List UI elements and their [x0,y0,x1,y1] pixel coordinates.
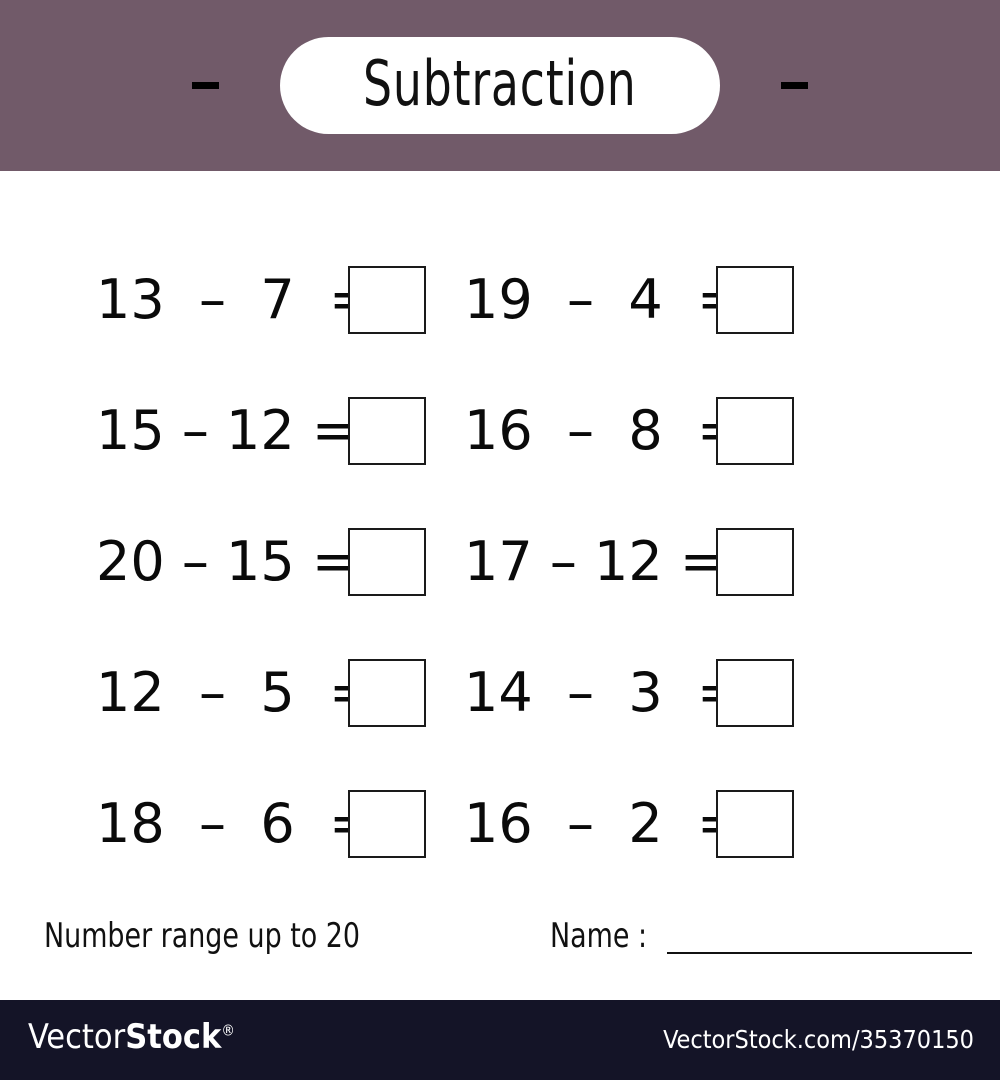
answer-box[interactable] [348,528,426,596]
answer-box[interactable] [348,266,426,334]
problem-expression: 15 – 12 = [96,399,358,462]
minus-sign-left-icon [192,82,219,89]
answer-box[interactable] [716,790,794,858]
problem-item: 20 – 15 = [0,517,455,607]
problem-expression: 12 – 5 = [96,661,375,724]
minus-sign-right-icon [781,82,808,89]
header-band: Subtraction [0,0,1000,171]
answer-box[interactable] [348,659,426,727]
name-label: Name : [550,916,648,956]
answer-box[interactable] [348,790,426,858]
answer-box[interactable] [716,397,794,465]
table-row: 15 – 12 = 16 – 8 = [0,386,1000,517]
answer-box[interactable] [716,266,794,334]
problem-expression: 18 – 6 = [96,792,375,855]
number-range-note: Number range up to 20 [44,916,361,956]
page-title: Subtraction [363,46,637,120]
answer-box[interactable] [716,528,794,596]
logo-text-bold: Stock [125,1017,222,1057]
problem-expression: 13 – 7 = [96,268,375,331]
problem-expression: 16 – 8 = [464,399,743,462]
registered-mark-icon: ® [221,1021,235,1040]
problem-expression: 14 – 3 = [464,661,743,724]
answer-box[interactable] [716,659,794,727]
worksheet-sheet: 13 – 7 = 19 – 4 = 15 – 12 = 16 – 8 = 20 … [0,171,1000,1000]
problem-item: 12 – 5 = [0,648,455,738]
vectorstock-url: VectorStock.com/35370150 [663,1025,974,1054]
problem-item: 16 – 8 = [455,386,910,476]
problem-item: 17 – 12 = [455,517,910,607]
problem-item: 14 – 3 = [455,648,910,738]
vectorstock-logo: VectorStock® [28,1020,235,1054]
problem-item: 15 – 12 = [0,386,455,476]
table-row: 13 – 7 = 19 – 4 = [0,255,1000,386]
problem-expression: 16 – 2 = [464,792,743,855]
table-row: 12 – 5 = 14 – 3 = [0,648,1000,779]
answer-box[interactable] [348,397,426,465]
logo-text-light: Vector [28,1017,126,1057]
table-row: 18 – 6 = 16 – 2 = [0,779,1000,910]
problem-item: 18 – 6 = [0,779,455,869]
problem-item: 13 – 7 = [0,255,455,345]
problem-expression: 17 – 12 = [464,530,726,593]
name-input-line[interactable] [667,952,972,954]
problem-item: 16 – 2 = [455,779,910,869]
problem-expression: 20 – 15 = [96,530,358,593]
table-row: 20 – 15 = 17 – 12 = [0,517,1000,648]
problem-expression: 19 – 4 = [464,268,743,331]
watermark-bar: VectorStock® VectorStock.com/35370150 [0,1000,1000,1080]
title-pill: Subtraction [280,37,720,134]
problem-item: 19 – 4 = [455,255,910,345]
footer-note-row: Number range up to 20 Name : [0,916,1000,986]
problem-grid: 13 – 7 = 19 – 4 = 15 – 12 = 16 – 8 = 20 … [0,255,1000,910]
